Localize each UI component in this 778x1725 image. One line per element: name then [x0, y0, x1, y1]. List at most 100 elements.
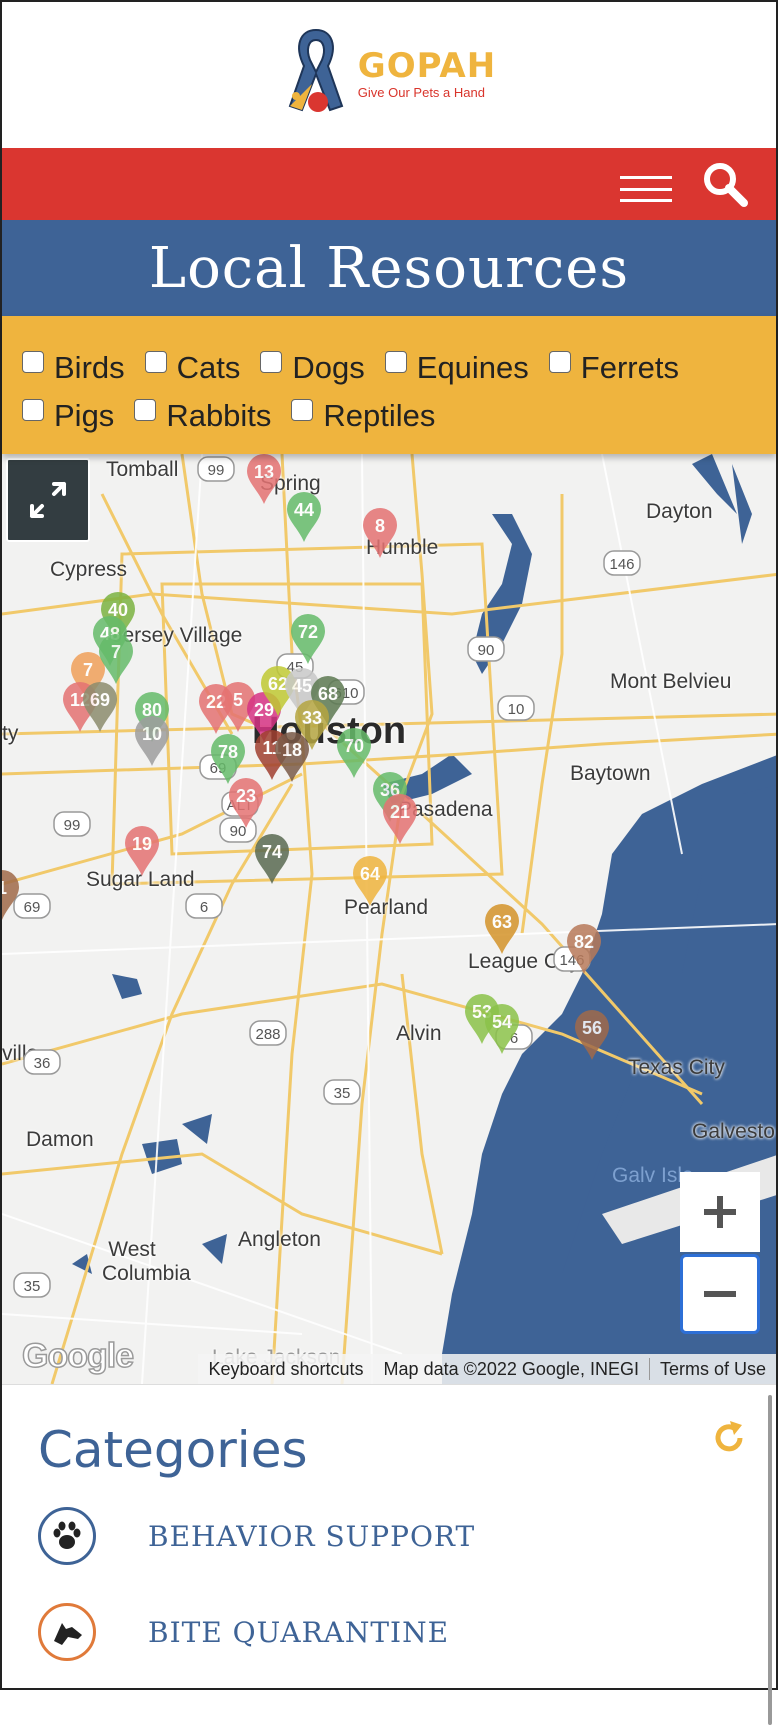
highway-shield: 6 — [185, 893, 223, 919]
minus-icon — [704, 1291, 736, 1297]
svg-text:69: 69 — [90, 690, 110, 710]
paw-glyph — [53, 1521, 81, 1549]
svg-text:54: 54 — [492, 1012, 512, 1032]
svg-text:8: 8 — [375, 516, 385, 536]
svg-text:33: 33 — [302, 708, 322, 728]
ribbon-logo-icon — [288, 28, 344, 112]
highway-shield: 90 — [219, 817, 257, 843]
highway-shield: 288 — [249, 1020, 287, 1046]
svg-text:64: 64 — [360, 864, 380, 884]
site-header: GOPAH Give Our Pets a Hand — [2, 2, 776, 148]
map-marker[interactable]: 63 — [485, 904, 519, 954]
terms-of-use-link[interactable]: Terms of Use — [650, 1359, 776, 1380]
svg-text:6: 6 — [200, 899, 208, 916]
category-label: BITE QUARANTINE — [148, 1615, 450, 1649]
ferrets-checkbox[interactable] — [548, 351, 571, 373]
map-marker[interactable]: 18 — [275, 732, 309, 782]
filter-birds[interactable]: Birds — [22, 350, 125, 386]
filter-row-1: Birds Cats Dogs Equines Ferrets — [22, 344, 756, 392]
map-attribution: Keyboard shortcuts Map data ©2022 Google… — [198, 1354, 776, 1384]
svg-text:7: 7 — [111, 642, 121, 662]
svg-text:99: 99 — [64, 817, 81, 834]
highway-shield: 99 — [53, 811, 91, 837]
filter-label: Reptiles — [323, 398, 436, 433]
scrollbar[interactable] — [768, 1395, 772, 1725]
reptiles-checkbox[interactable] — [291, 399, 314, 421]
paw-icon — [38, 1507, 96, 1565]
map-marker[interactable]: 44 — [287, 492, 321, 542]
highway-shield: 90 — [467, 636, 505, 662]
map-marker[interactable]: 74 — [255, 834, 289, 884]
resource-map[interactable]: Tomball Spring Humble Dayton Cypress Jer… — [2, 454, 776, 1384]
filter-row-2: Pigs Rabbits Reptiles — [22, 392, 756, 440]
birds-checkbox[interactable] — [22, 351, 44, 373]
highway-shield: 69 — [13, 893, 51, 919]
zoom-in-button[interactable] — [680, 1172, 760, 1252]
svg-text:19: 19 — [132, 834, 152, 854]
map-marker[interactable]: 8 — [363, 508, 397, 558]
google-logo: Google — [21, 1336, 135, 1376]
map-data-text: Map data ©2022 Google, INEGI — [383, 1358, 639, 1379]
svg-text:63: 63 — [492, 912, 512, 932]
svg-text:56: 56 — [582, 1018, 602, 1038]
svg-text:1: 1 — [2, 878, 7, 898]
filter-dogs[interactable]: Dogs — [260, 350, 365, 386]
svg-text:70: 70 — [344, 736, 364, 756]
svg-text:146: 146 — [609, 556, 634, 573]
category-label: BEHAVIOR SUPPORT — [148, 1519, 476, 1553]
highway-shield: 10 — [497, 695, 535, 721]
plus-icon — [704, 1196, 736, 1228]
pigs-checkbox[interactable] — [22, 399, 44, 421]
svg-text:90: 90 — [230, 823, 247, 840]
filter-ferrets[interactable]: Ferrets — [548, 350, 679, 386]
svg-text:36: 36 — [34, 1055, 51, 1072]
map-marker[interactable]: 21 — [383, 794, 417, 844]
keyboard-shortcuts-link[interactable]: Keyboard shortcuts — [198, 1359, 373, 1380]
map-marker[interactable]: 19 — [125, 826, 159, 876]
refresh-icon[interactable] — [710, 1419, 748, 1457]
hamburger-menu-icon[interactable] — [620, 176, 672, 202]
rabbits-checkbox[interactable] — [134, 399, 157, 421]
svg-text:35: 35 — [334, 1085, 351, 1102]
svg-text:7: 7 — [83, 660, 93, 680]
svg-text:35: 35 — [24, 1278, 41, 1295]
map-marker[interactable]: 10 — [135, 716, 169, 766]
cats-checkbox[interactable] — [144, 351, 167, 373]
highway-shield: 35 — [323, 1079, 361, 1105]
logo-tagline: Give Our Pets a Hand — [357, 84, 485, 100]
map-marker[interactable]: 70 — [337, 728, 371, 778]
map-marker[interactable]: 64 — [353, 856, 387, 906]
filter-label: Dogs — [292, 350, 365, 385]
category-behavior-support[interactable]: BEHAVIOR SUPPORT — [38, 1497, 740, 1575]
gopah-logo[interactable]: GOPAH Give Our Pets a Hand — [282, 26, 496, 122]
svg-text:82: 82 — [574, 932, 594, 952]
filter-equines[interactable]: Equines — [384, 350, 529, 386]
search-icon[interactable] — [702, 161, 748, 207]
filter-pigs[interactable]: Pigs — [22, 398, 114, 434]
svg-text:78: 78 — [218, 742, 238, 762]
category-bite-quarantine[interactable]: BITE QUARANTINE — [38, 1593, 740, 1671]
dogs-checkbox[interactable] — [260, 351, 283, 373]
dog-glyph — [54, 1623, 82, 1645]
filter-label: Pigs — [54, 398, 115, 433]
page-title: Local Resources — [148, 235, 630, 301]
svg-text:21: 21 — [390, 802, 410, 822]
map-marker[interactable]: 13 — [247, 454, 281, 504]
fullscreen-button[interactable] — [6, 458, 90, 542]
filter-reptiles[interactable]: Reptiles — [291, 398, 435, 434]
map-marker[interactable]: 69 — [83, 682, 117, 732]
filter-label: Ferrets — [580, 350, 679, 385]
svg-text:13: 13 — [254, 462, 274, 482]
highway-shield: 146 — [603, 550, 641, 576]
map-marker[interactable]: 56 — [575, 1010, 609, 1060]
equines-checkbox[interactable] — [384, 351, 407, 373]
zoom-out-button[interactable] — [680, 1254, 760, 1334]
map-marker[interactable]: 7 — [99, 634, 133, 684]
svg-text:18: 18 — [282, 740, 302, 760]
filter-rabbits[interactable]: Rabbits — [134, 398, 271, 434]
svg-text:90: 90 — [478, 642, 495, 659]
svg-text:288: 288 — [255, 1026, 280, 1043]
svg-text:23: 23 — [236, 786, 256, 806]
filter-cats[interactable]: Cats — [144, 350, 240, 386]
svg-text:5: 5 — [233, 690, 243, 710]
